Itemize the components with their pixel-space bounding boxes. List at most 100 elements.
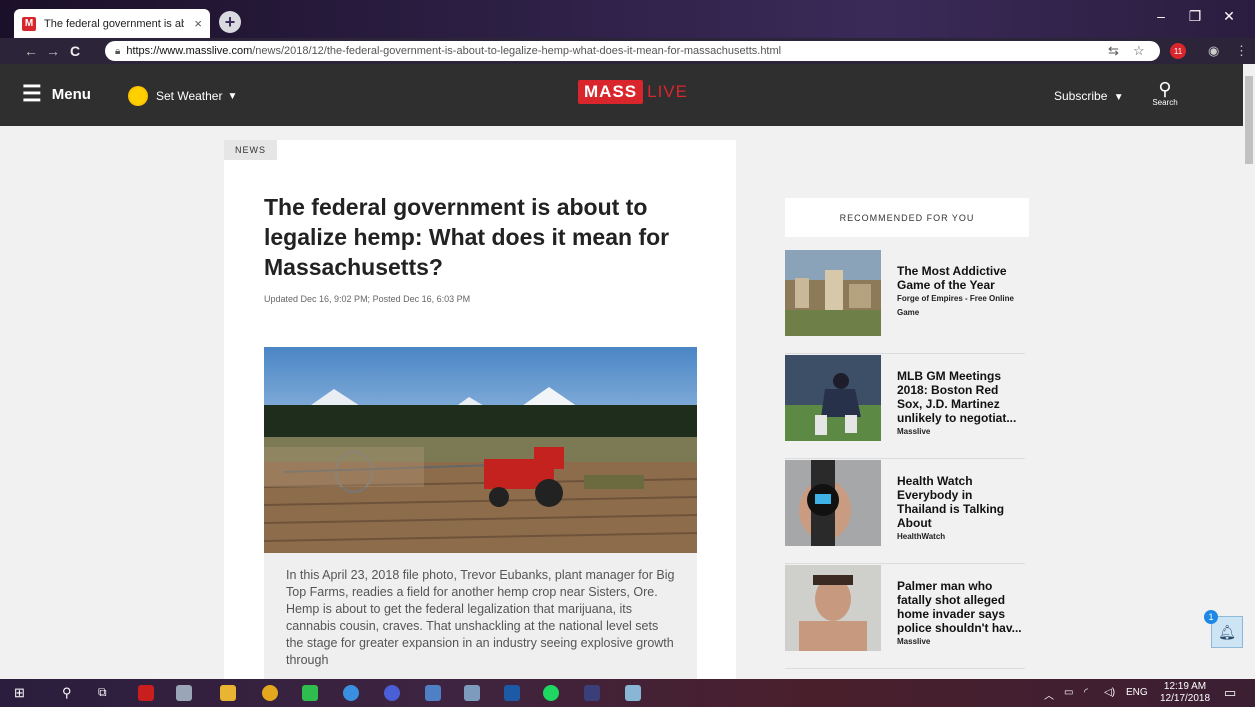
task-view-icon[interactable]: ⧉ — [98, 685, 107, 700]
notification-count-badge: 1 — [1204, 610, 1218, 624]
bookmark-star-icon[interactable]: ☆ — [1133, 43, 1145, 59]
baseball-player-thumbnail — [785, 355, 881, 441]
menu-button[interactable]: ☰ Menu — [22, 83, 91, 105]
language-indicator[interactable]: ENG — [1126, 687, 1148, 698]
back-icon[interactable]: ← — [20, 43, 42, 59]
logo-live: LIVE — [647, 82, 688, 101]
forward-icon[interactable]: → — [42, 43, 64, 59]
extension-icon[interactable]: ◉ — [1208, 43, 1219, 59]
close-window-icon[interactable]: ✕ — [1214, 8, 1244, 25]
lock-icon: 🔒︎ — [115, 45, 121, 57]
subscribe-button[interactable]: Subscribe ▼ — [1054, 89, 1124, 103]
tab-close-icon[interactable]: × — [194, 16, 202, 31]
masslive-favicon-icon: M — [22, 16, 36, 31]
url-host: https://www.masslive.com — [126, 45, 253, 57]
image-app-icon[interactable] — [425, 685, 441, 701]
search-label: Search — [1152, 98, 1178, 107]
recommended-item[interactable]: The Most Addictive Game of the Year Forg… — [785, 250, 1025, 354]
logo-mass: MASS — [578, 80, 644, 104]
masslive-logo[interactable]: MASS LIVE — [578, 80, 688, 104]
action-center-icon[interactable]: ▭ — [1224, 685, 1236, 701]
search-icon: ⚲ — [1158, 79, 1172, 99]
installer-icon[interactable] — [625, 685, 641, 701]
mugshot-thumbnail — [785, 565, 881, 651]
clock-time: 12:19 AM — [1163, 681, 1207, 692]
article-card: NEWS The federal government is about to … — [224, 140, 736, 679]
smartwatch-thumbnail — [785, 460, 881, 546]
recommended-item[interactable]: Palmer man who fatally shot alleged home… — [785, 565, 1025, 669]
search-icon[interactable]: ⚲ — [62, 685, 72, 701]
recommended-item[interactable]: MLB GM Meetings 2018: Boston Red Sox, J.… — [785, 355, 1025, 459]
address-bar[interactable]: 🔒︎ https://www.masslive.com /news/2018/1… — [105, 41, 1160, 61]
new-tab-button[interactable]: + — [219, 11, 241, 33]
reload-icon[interactable]: C — [64, 43, 86, 59]
spotify-icon[interactable] — [543, 685, 559, 701]
article-photo[interactable] — [264, 347, 697, 553]
section-tag[interactable]: NEWS — [224, 140, 277, 160]
recommended-thumbnail[interactable] — [785, 565, 881, 651]
windows-taskbar: ⊞ ⚲ ⧉ ︿ ▭ ◜ ◁) ENG 12:19 AM 12/17/2018 ▭ — [0, 679, 1255, 707]
subscribe-label: Subscribe — [1054, 89, 1108, 103]
hemp-field-photo — [264, 347, 697, 553]
maximize-icon[interactable]: ❐ — [1180, 8, 1210, 25]
paint-icon[interactable] — [176, 685, 192, 701]
photo-caption: In this April 23, 2018 file photo, Trevo… — [264, 553, 697, 679]
set-weather-button[interactable]: Set Weather ▼ — [128, 86, 237, 106]
steam-icon[interactable] — [504, 685, 520, 701]
divider — [785, 353, 1025, 354]
browser-app-icon[interactable] — [343, 685, 359, 701]
wifi-icon[interactable]: ◜ — [1084, 687, 1088, 698]
browser-tab-active[interactable]: M The federal government is about × — [14, 9, 210, 38]
chevron-down-icon: ▼ — [1113, 92, 1124, 103]
weather-label: Set Weather — [156, 89, 223, 103]
recommended-item[interactable]: Health Watch Everybody in Thailand is Ta… — [785, 460, 1025, 564]
browser-tab-strip: M The federal government is about × + – … — [0, 0, 1255, 38]
windows-start-icon[interactable]: ⊞ — [14, 685, 25, 701]
chevron-down-icon: ▼ — [227, 90, 238, 102]
recommended-source: Masslive — [897, 427, 931, 436]
netflix-icon[interactable] — [138, 685, 154, 701]
recommended-title[interactable]: MLB GM Meetings 2018: Boston Red Sox, J.… — [897, 369, 1025, 425]
extension-badge[interactable]: 11 — [1170, 43, 1186, 59]
game-city-thumbnail — [785, 250, 881, 336]
page-scrollbar[interactable] — [1243, 64, 1255, 679]
scrollbar-thumb[interactable] — [1245, 76, 1253, 164]
bell-icon: 🔔︎ — [1218, 623, 1236, 640]
sun-icon — [128, 86, 148, 106]
recommended-thumbnail[interactable] — [785, 250, 881, 336]
url-path: /news/2018/12/the-federal-government-is-… — [252, 45, 782, 57]
recommended-heading: RECOMMENDED FOR YOU — [785, 198, 1029, 237]
divider — [785, 458, 1025, 459]
github-icon[interactable] — [384, 685, 400, 701]
system-clock[interactable]: 12:19 AM 12/17/2018 — [1160, 681, 1210, 705]
volume-icon[interactable]: ◁) — [1104, 687, 1115, 698]
chevron-up-icon[interactable]: ︿ — [1044, 687, 1054, 702]
recommended-source: Masslive — [897, 637, 931, 646]
file-explorer-icon[interactable] — [220, 685, 236, 701]
article-headline: The federal government is about to legal… — [264, 194, 670, 280]
tab-title: The federal government is about — [44, 17, 184, 30]
recommended-thumbnail[interactable] — [785, 355, 881, 441]
translate-icon[interactable]: ⇆ — [1108, 43, 1119, 59]
article-dateline: Updated Dec 16, 9:02 PM; Posted Dec 16, … — [264, 294, 471, 304]
menu-label: Menu — [51, 85, 91, 103]
site-header: ☰ Menu Set Weather ▼ MASS LIVE Subscribe… — [0, 64, 1243, 126]
clock-date: 12/17/2018 — [1160, 693, 1211, 704]
chrome-menu-icon[interactable]: ⋮ — [1235, 43, 1248, 59]
chat-app-icon[interactable] — [302, 685, 318, 701]
divider — [785, 668, 1025, 669]
minimize-icon[interactable]: – — [1146, 8, 1176, 24]
battery-icon[interactable]: ▭ — [1064, 687, 1073, 698]
recommended-thumbnail[interactable] — [785, 460, 881, 546]
divider — [785, 563, 1025, 564]
recommended-title[interactable]: Health Watch Everybody in Thailand is Ta… — [897, 474, 1025, 530]
hamburger-icon: ☰ — [22, 81, 42, 106]
search-button[interactable]: ⚲ Search — [1150, 80, 1180, 107]
recommended-title[interactable]: The Most Addictive Game of the Year — [897, 264, 1025, 292]
recommended-title[interactable]: Palmer man who fatally shot alleged home… — [897, 579, 1025, 635]
cloud-app-icon[interactable] — [464, 685, 480, 701]
recommended-source: Forge of Empires - Free Online Game — [897, 294, 1014, 317]
browser-toolbar: ← → C 🔒︎ https://www.masslive.com /news/… — [0, 38, 1255, 64]
ide-icon[interactable] — [584, 685, 600, 701]
chrome-icon[interactable] — [262, 685, 278, 701]
